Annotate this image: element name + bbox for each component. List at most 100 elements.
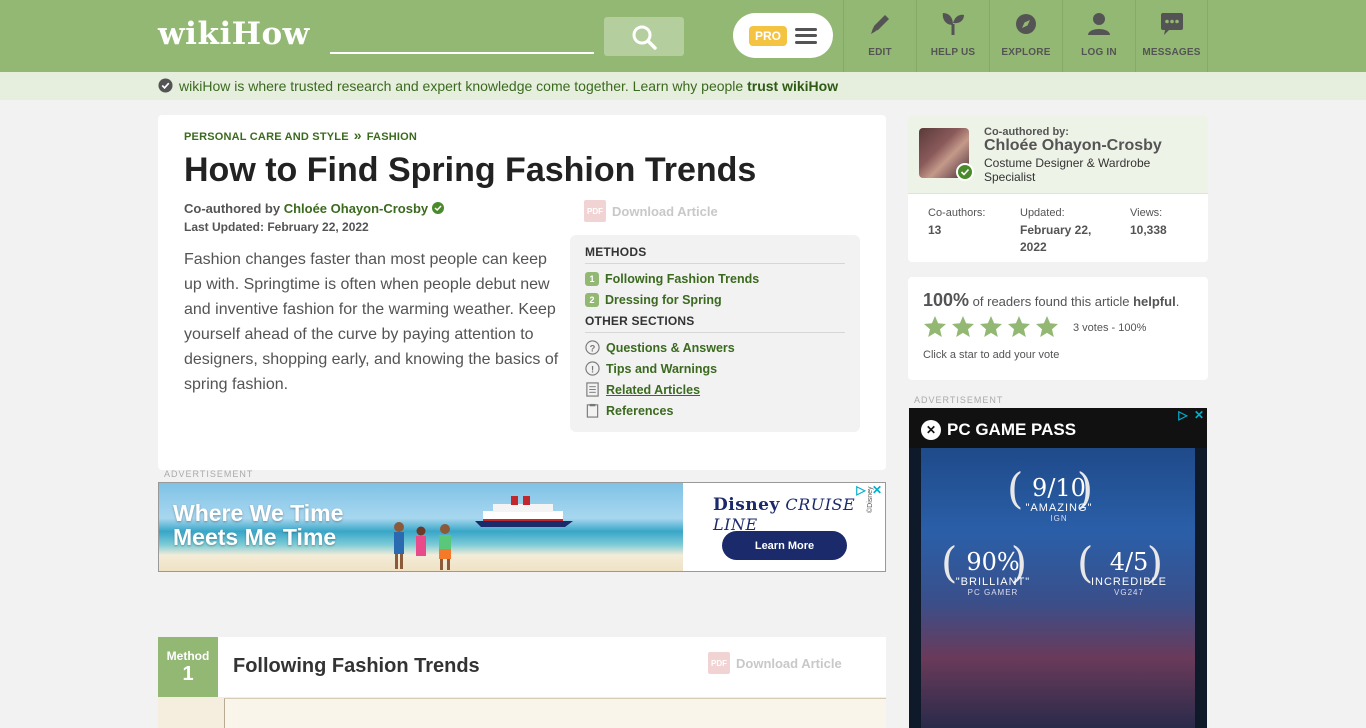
pdf-icon: PDF <box>584 200 606 222</box>
toc-method-number: 1 <box>585 271 599 286</box>
ad-game-art: ( ) 9/10 "AMAZING" IGN ( ) 90% "BRILLIANT" P… <box>921 448 1195 728</box>
helpful-word: helpful <box>1133 294 1176 309</box>
wikihow-logo[interactable]: wikiHow <box>158 16 310 52</box>
nav-log-in-label: LOG IN <box>1081 47 1117 58</box>
coauthor-link[interactable]: Chloée Ohayon-Crosby <box>284 201 428 216</box>
toc-method-1[interactable]: 1 Following Fashion Trends <box>585 268 845 289</box>
advertisement-label: ADVERTISEMENT <box>164 469 254 479</box>
download-article-button[interactable]: PDF Download Article <box>584 199 734 223</box>
nav-messages[interactable]: MESSAGES <box>1135 0 1208 72</box>
ad-score-value: 4/5 <box>1109 548 1149 576</box>
disney-cruise-logo: Disney CRUISE LINE <box>713 495 885 534</box>
trust-wikihow-link[interactable]: trust wikiHow <box>747 78 838 94</box>
helpful-period: . <box>1175 294 1180 309</box>
ad-score-value: 9/10 <box>1032 474 1086 502</box>
method-download-label: Download Article <box>736 655 842 671</box>
xbox-logo-icon: ✕ <box>921 420 941 440</box>
stat-label: Updated: <box>1020 207 1065 219</box>
stat-label: Co-authors: <box>928 207 986 219</box>
ad-close-icon[interactable]: ✕ <box>871 483 883 497</box>
adchoices-icon[interactable]: ▷ <box>855 483 867 497</box>
author-name[interactable]: Chloée Ohayon-Crosby <box>984 137 1162 155</box>
logo-wiki: wiki <box>158 16 232 52</box>
breadcrumb: PERSONAL CARE AND STYLE » FASHION <box>184 127 417 143</box>
ad-close-icon[interactable]: ✕ <box>1193 408 1205 422</box>
nav-edit[interactable]: EDIT <box>843 0 916 72</box>
star-icon[interactable] <box>951 315 975 339</box>
helpful-summary: 100% of readers found this article helpf… <box>923 290 1179 311</box>
stat-views: Views: 10,338 <box>1130 205 1167 239</box>
chat-icon <box>1160 13 1183 35</box>
adchoices-icon[interactable]: ▷ <box>1177 408 1189 422</box>
nav-explore-label: EXPLORE <box>1001 47 1051 58</box>
cruise-ship-icon <box>475 496 573 527</box>
nav-help-us[interactable]: HELP US <box>916 0 989 72</box>
stat-updated: Updated: February 22, 2022 <box>1020 205 1110 256</box>
nav-log-in[interactable]: LOG IN <box>1062 0 1135 72</box>
last-updated: Last Updated: February 22, 2022 <box>184 220 369 234</box>
helpful-percent: 100% <box>923 290 970 310</box>
ad-beach-photo: Where We Time Meets Me Time <box>159 483 683 571</box>
ad-score-source: IGN <box>1050 514 1068 523</box>
user-icon <box>1088 13 1110 35</box>
method-section: Method 1 Following Fashion Trends PDF Do… <box>158 637 886 728</box>
family-icon <box>394 522 451 570</box>
svg-text:!: ! <box>591 364 594 374</box>
method-number: 1 <box>182 663 194 685</box>
article-intro: Fashion changes faster than most people … <box>184 251 559 393</box>
method-download-button[interactable]: PDF Download Article <box>708 651 878 675</box>
hamburger-icon <box>795 27 817 44</box>
illustration-frame <box>224 698 886 728</box>
trust-bar: wikiHow is where trusted research and ex… <box>0 72 1366 100</box>
adchoices[interactable]: ▷ ✕ <box>853 483 883 498</box>
ad-score-value: 90% <box>966 548 1020 576</box>
star-icon[interactable] <box>923 315 947 339</box>
toc-method-2[interactable]: 2 Dressing for Spring <box>585 289 845 310</box>
banner-ad[interactable]: Where We Time Meets Me Time Disney CRUISE… <box>158 482 886 572</box>
pencil-icon <box>871 15 889 34</box>
stat-coauthors: Co-authors: 13 <box>928 205 985 239</box>
toc-method-label: Dressing for Spring <box>605 292 722 307</box>
pro-menu-button[interactable]: PRO <box>733 13 833 58</box>
ad-score: 9/10 "AMAZING" IGN <box>1009 474 1109 523</box>
advertisement-label: ADVERTISEMENT <box>914 395 1004 405</box>
star-icon[interactable] <box>1007 315 1031 339</box>
svg-text:?: ? <box>590 343 596 353</box>
breadcrumb-personal-care[interactable]: PERSONAL CARE AND STYLE <box>184 131 349 143</box>
toc-questions-answers[interactable]: ? Questions & Answers <box>585 337 845 358</box>
toc-method-label: Following Fashion Trends <box>605 271 760 286</box>
ad-side-brand: PC GAME PASS <box>947 420 1077 439</box>
toc-tips-warnings[interactable]: ! Tips and Warnings <box>585 358 845 379</box>
search-input[interactable] <box>330 20 594 54</box>
verified-check-icon <box>158 78 173 93</box>
ad-headline-line1: Where We Time <box>173 500 344 526</box>
nav-explore[interactable]: EXPLORE <box>989 0 1062 72</box>
download-article-label: Download Article <box>612 203 718 219</box>
breadcrumb-separator: » <box>353 127 362 143</box>
header-nav: EDIT HELP US EXPLORE LOG IN MESSAGES <box>843 0 1208 72</box>
toc-item-label: Questions & Answers <box>606 340 735 355</box>
adchoices[interactable]: ▷ ✕ <box>1175 408 1205 423</box>
document-icon <box>586 382 599 397</box>
star-icon[interactable] <box>979 315 1003 339</box>
vote-count: 3 votes - 100% <box>1073 322 1147 334</box>
sidebar-ad[interactable]: ✕ PC GAME PASS ▷ ✕ ( ) 9/10 "AMAZING" IGN ( … <box>909 408 1207 728</box>
compass-icon <box>1016 14 1036 34</box>
ad-score: 90% "BRILLIANT" PC GAMER <box>943 548 1043 597</box>
search-button[interactable] <box>604 17 684 56</box>
exclamation-icon: ! <box>585 361 600 376</box>
toc-item-label: Tips and Warnings <box>606 361 718 376</box>
learn-more-button[interactable]: Learn More <box>722 531 847 560</box>
toc-other-heading: OTHER SECTIONS <box>585 314 845 333</box>
toc-references[interactable]: References <box>585 400 845 421</box>
breadcrumb-fashion[interactable]: FASHION <box>367 131 417 143</box>
author-header: Co-authored by: Chloée Ohayon-Crosby Cos… <box>908 115 1208 194</box>
star-icon[interactable] <box>1035 315 1059 339</box>
verified-check-icon <box>432 202 445 214</box>
toc-related-articles[interactable]: Related Articles <box>585 379 845 400</box>
star-rating <box>923 315 1059 339</box>
vote-hint: Click a star to add your vote <box>923 349 1060 361</box>
xbox-brand: ✕ PC GAME PASS <box>921 420 1076 440</box>
pro-badge: PRO <box>748 25 787 46</box>
toc-item-label: References <box>606 403 674 418</box>
